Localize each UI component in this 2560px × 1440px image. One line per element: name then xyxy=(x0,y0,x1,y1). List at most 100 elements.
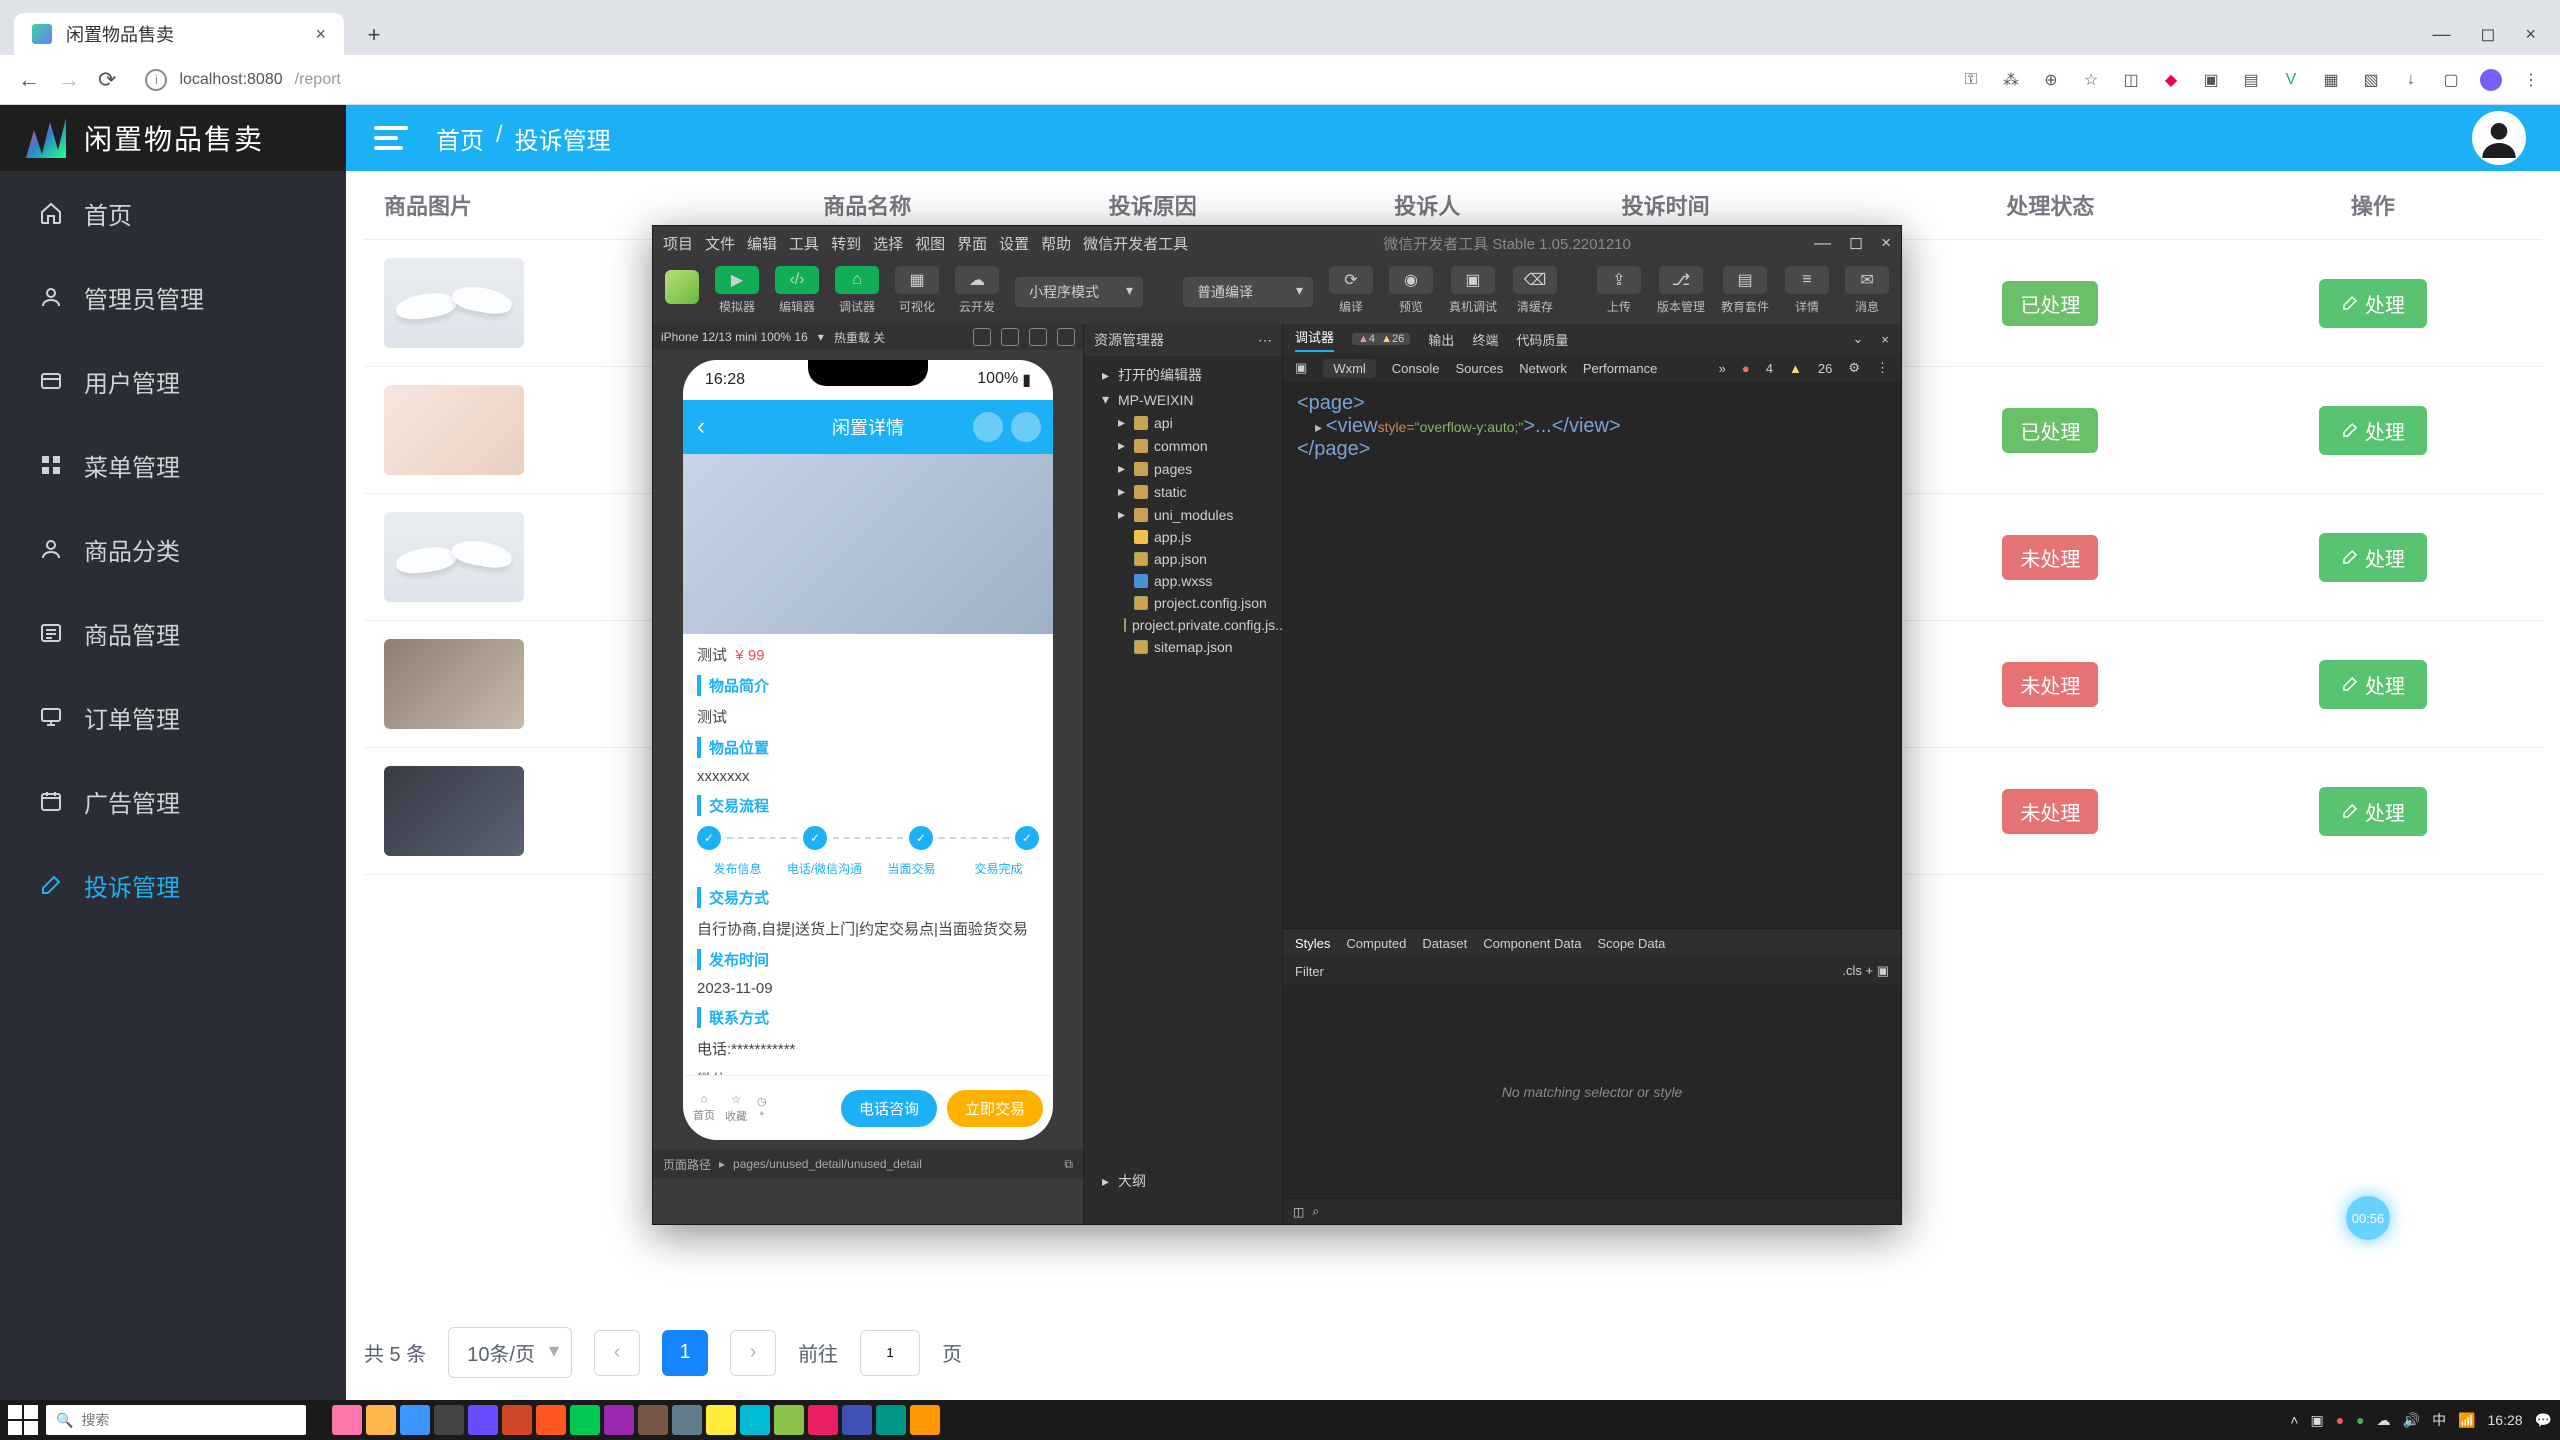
tab-terminal[interactable]: 终端 xyxy=(1472,330,1498,349)
app-icon[interactable] xyxy=(672,1405,702,1435)
styles-tab[interactable]: Styles xyxy=(1295,936,1330,951)
app-icon[interactable] xyxy=(638,1405,668,1435)
ext6-icon[interactable]: ▦ xyxy=(2320,69,2342,91)
app-icon[interactable] xyxy=(366,1405,396,1435)
app-icon[interactable] xyxy=(468,1405,498,1435)
tab-output[interactable]: 输出 xyxy=(1428,330,1454,349)
dt-menu-item[interactable]: 设置 xyxy=(999,236,1029,253)
handle-button[interactable]: 处理 xyxy=(2319,406,2427,455)
tray-ime[interactable]: 中 xyxy=(2432,1410,2446,1430)
app-icon[interactable] xyxy=(910,1405,940,1435)
tab-history[interactable]: ◷* xyxy=(757,1095,767,1122)
sidebar-item-home[interactable]: 首页 xyxy=(0,171,346,255)
app-icon[interactable] xyxy=(706,1405,736,1435)
tray-chevron-icon[interactable]: ˄ xyxy=(2290,1412,2298,1428)
handle-button[interactable]: 处理 xyxy=(2319,660,2427,709)
dt-menu-item[interactable]: 视图 xyxy=(915,236,945,253)
page-1-button[interactable]: 1 xyxy=(662,1330,708,1376)
componentdata-tab[interactable]: Component Data xyxy=(1483,936,1581,951)
copy-path-icon[interactable]: ⧉ xyxy=(1064,1157,1073,1172)
prev-page-button[interactable]: ‹ xyxy=(594,1330,640,1376)
dt-max-icon[interactable]: ◻ xyxy=(1849,233,1863,253)
sidebar-item-category[interactable]: 商品分类 xyxy=(0,507,346,591)
app-icon[interactable] xyxy=(502,1405,532,1435)
tray-icon[interactable]: ☁ xyxy=(2377,1412,2391,1429)
url-input[interactable]: i localhost:8080/report xyxy=(134,62,1942,98)
sub-picker-icon[interactable]: ▣ xyxy=(1295,360,1307,376)
download-icon[interactable]: ↓ xyxy=(2400,69,2422,91)
editor-toggle[interactable]: ‹/› xyxy=(775,266,819,294)
tray-wifi-icon[interactable]: 📶 xyxy=(2458,1412,2475,1429)
app-icon[interactable] xyxy=(774,1405,804,1435)
tray-clock[interactable]: 16:28 xyxy=(2488,1412,2523,1428)
message-button[interactable]: ✉ xyxy=(1845,266,1889,294)
maximize-icon[interactable]: ◻ xyxy=(2481,24,2496,45)
sidebar-item-ads[interactable]: 广告管理 xyxy=(0,759,346,843)
collapse-sidebar-button[interactable] xyxy=(374,126,408,150)
ext3-icon[interactable]: ▣ xyxy=(2200,69,2222,91)
app-icon[interactable] xyxy=(842,1405,872,1435)
page-size-select[interactable]: 10条/页 xyxy=(448,1327,572,1378)
crumb-home[interactable]: 首页 xyxy=(436,121,484,156)
tree-node[interactable]: app.wxss xyxy=(1084,570,1282,592)
shot-icon[interactable] xyxy=(1029,328,1047,346)
detail-button[interactable]: ≡ xyxy=(1785,266,1829,294)
hot-reload-toggle[interactable]: 热重载 关 xyxy=(834,329,885,346)
pop-icon[interactable] xyxy=(1057,328,1075,346)
dt-menu-item[interactable]: 项目 xyxy=(663,236,693,253)
sidebar-item-user[interactable]: 用户管理 xyxy=(0,339,346,423)
sidebar-item-admin[interactable]: 管理员管理 xyxy=(0,255,346,339)
next-page-button[interactable]: › xyxy=(730,1330,776,1376)
preview-button[interactable]: ◉ xyxy=(1389,266,1433,294)
sub-performance[interactable]: Performance xyxy=(1583,361,1657,376)
edu-button[interactable]: ▤ xyxy=(1723,266,1767,294)
corner-icon[interactable]: ◫ xyxy=(1293,1205,1304,1219)
dt-menu-item[interactable]: 转到 xyxy=(831,236,861,253)
app-icon[interactable] xyxy=(400,1405,430,1435)
sidebar-item-menu[interactable]: 菜单管理 xyxy=(0,423,346,507)
devtools-menus[interactable]: 项目文件编辑工具转到选择视图界面设置帮助微信开发者工具 xyxy=(663,233,1200,254)
computed-tab[interactable]: Computed xyxy=(1346,936,1406,951)
tray-icon[interactable]: ● xyxy=(2356,1412,2364,1428)
tree-node[interactable]: project.config.json xyxy=(1084,592,1282,614)
version-button[interactable]: ⎇ xyxy=(1659,266,1703,294)
app-icon[interactable] xyxy=(740,1405,770,1435)
simulator-toggle[interactable]: ▶ xyxy=(715,266,759,294)
tree-node[interactable]: app.js xyxy=(1084,526,1282,548)
close-window-icon[interactable]: × xyxy=(2525,24,2536,45)
browser-tab[interactable]: 闲置物品售卖 × xyxy=(14,13,344,55)
tray-icon[interactable]: ▣ xyxy=(2310,1412,2323,1429)
site-info-icon[interactable]: i xyxy=(145,69,167,91)
app-icon[interactable] xyxy=(808,1405,838,1435)
tree-node[interactable]: project.private.config.js... xyxy=(1084,614,1282,636)
user-avatar[interactable] xyxy=(2472,111,2526,165)
styles-filter-input[interactable]: Filter xyxy=(1295,964,1324,979)
taskbar-search[interactable]: 🔍 搜索 xyxy=(46,1405,306,1435)
tree-node[interactable]: ▸uni_modules xyxy=(1084,503,1282,526)
start-button[interactable] xyxy=(8,1405,38,1435)
tree-node[interactable]: ▸static xyxy=(1084,480,1282,503)
project-avatar-icon[interactable] xyxy=(665,270,699,304)
install-icon[interactable]: ▢ xyxy=(2440,69,2462,91)
sub-sources[interactable]: Sources xyxy=(1456,361,1504,376)
dataset-tab[interactable]: Dataset xyxy=(1422,936,1467,951)
tray-notifications-icon[interactable]: 💬 xyxy=(2535,1412,2552,1429)
kebab-icon[interactable]: ⋮ xyxy=(2520,69,2542,91)
app-icon[interactable] xyxy=(604,1405,634,1435)
profile-avatar-icon[interactable] xyxy=(2480,69,2502,91)
handle-button[interactable]: 处理 xyxy=(2319,787,2427,836)
tab-fav[interactable]: ☆收藏 xyxy=(725,1093,747,1124)
ext7-icon[interactable]: ▧ xyxy=(2360,69,2382,91)
scopedata-tab[interactable]: Scope Data xyxy=(1597,936,1665,951)
screen-record-badge[interactable]: 00:56 xyxy=(2346,1196,2390,1240)
mute-icon[interactable] xyxy=(1001,328,1019,346)
sub-network[interactable]: Network xyxy=(1519,361,1567,376)
debugger-toggle[interactable]: ⌂ xyxy=(835,266,879,294)
tree-node[interactable]: ▸pages xyxy=(1084,457,1282,480)
dt-menu-item[interactable]: 编辑 xyxy=(747,236,777,253)
forward-icon[interactable]: → xyxy=(58,67,80,93)
sidebar-item-goods[interactable]: 商品管理 xyxy=(0,591,346,675)
close-tab-icon[interactable]: × xyxy=(315,24,326,45)
wxml-dom-tree[interactable]: <page> ▸ <view style="overflow-y:auto;">… xyxy=(1283,382,1901,928)
gear-icon[interactable]: ⚙ xyxy=(1848,360,1860,376)
